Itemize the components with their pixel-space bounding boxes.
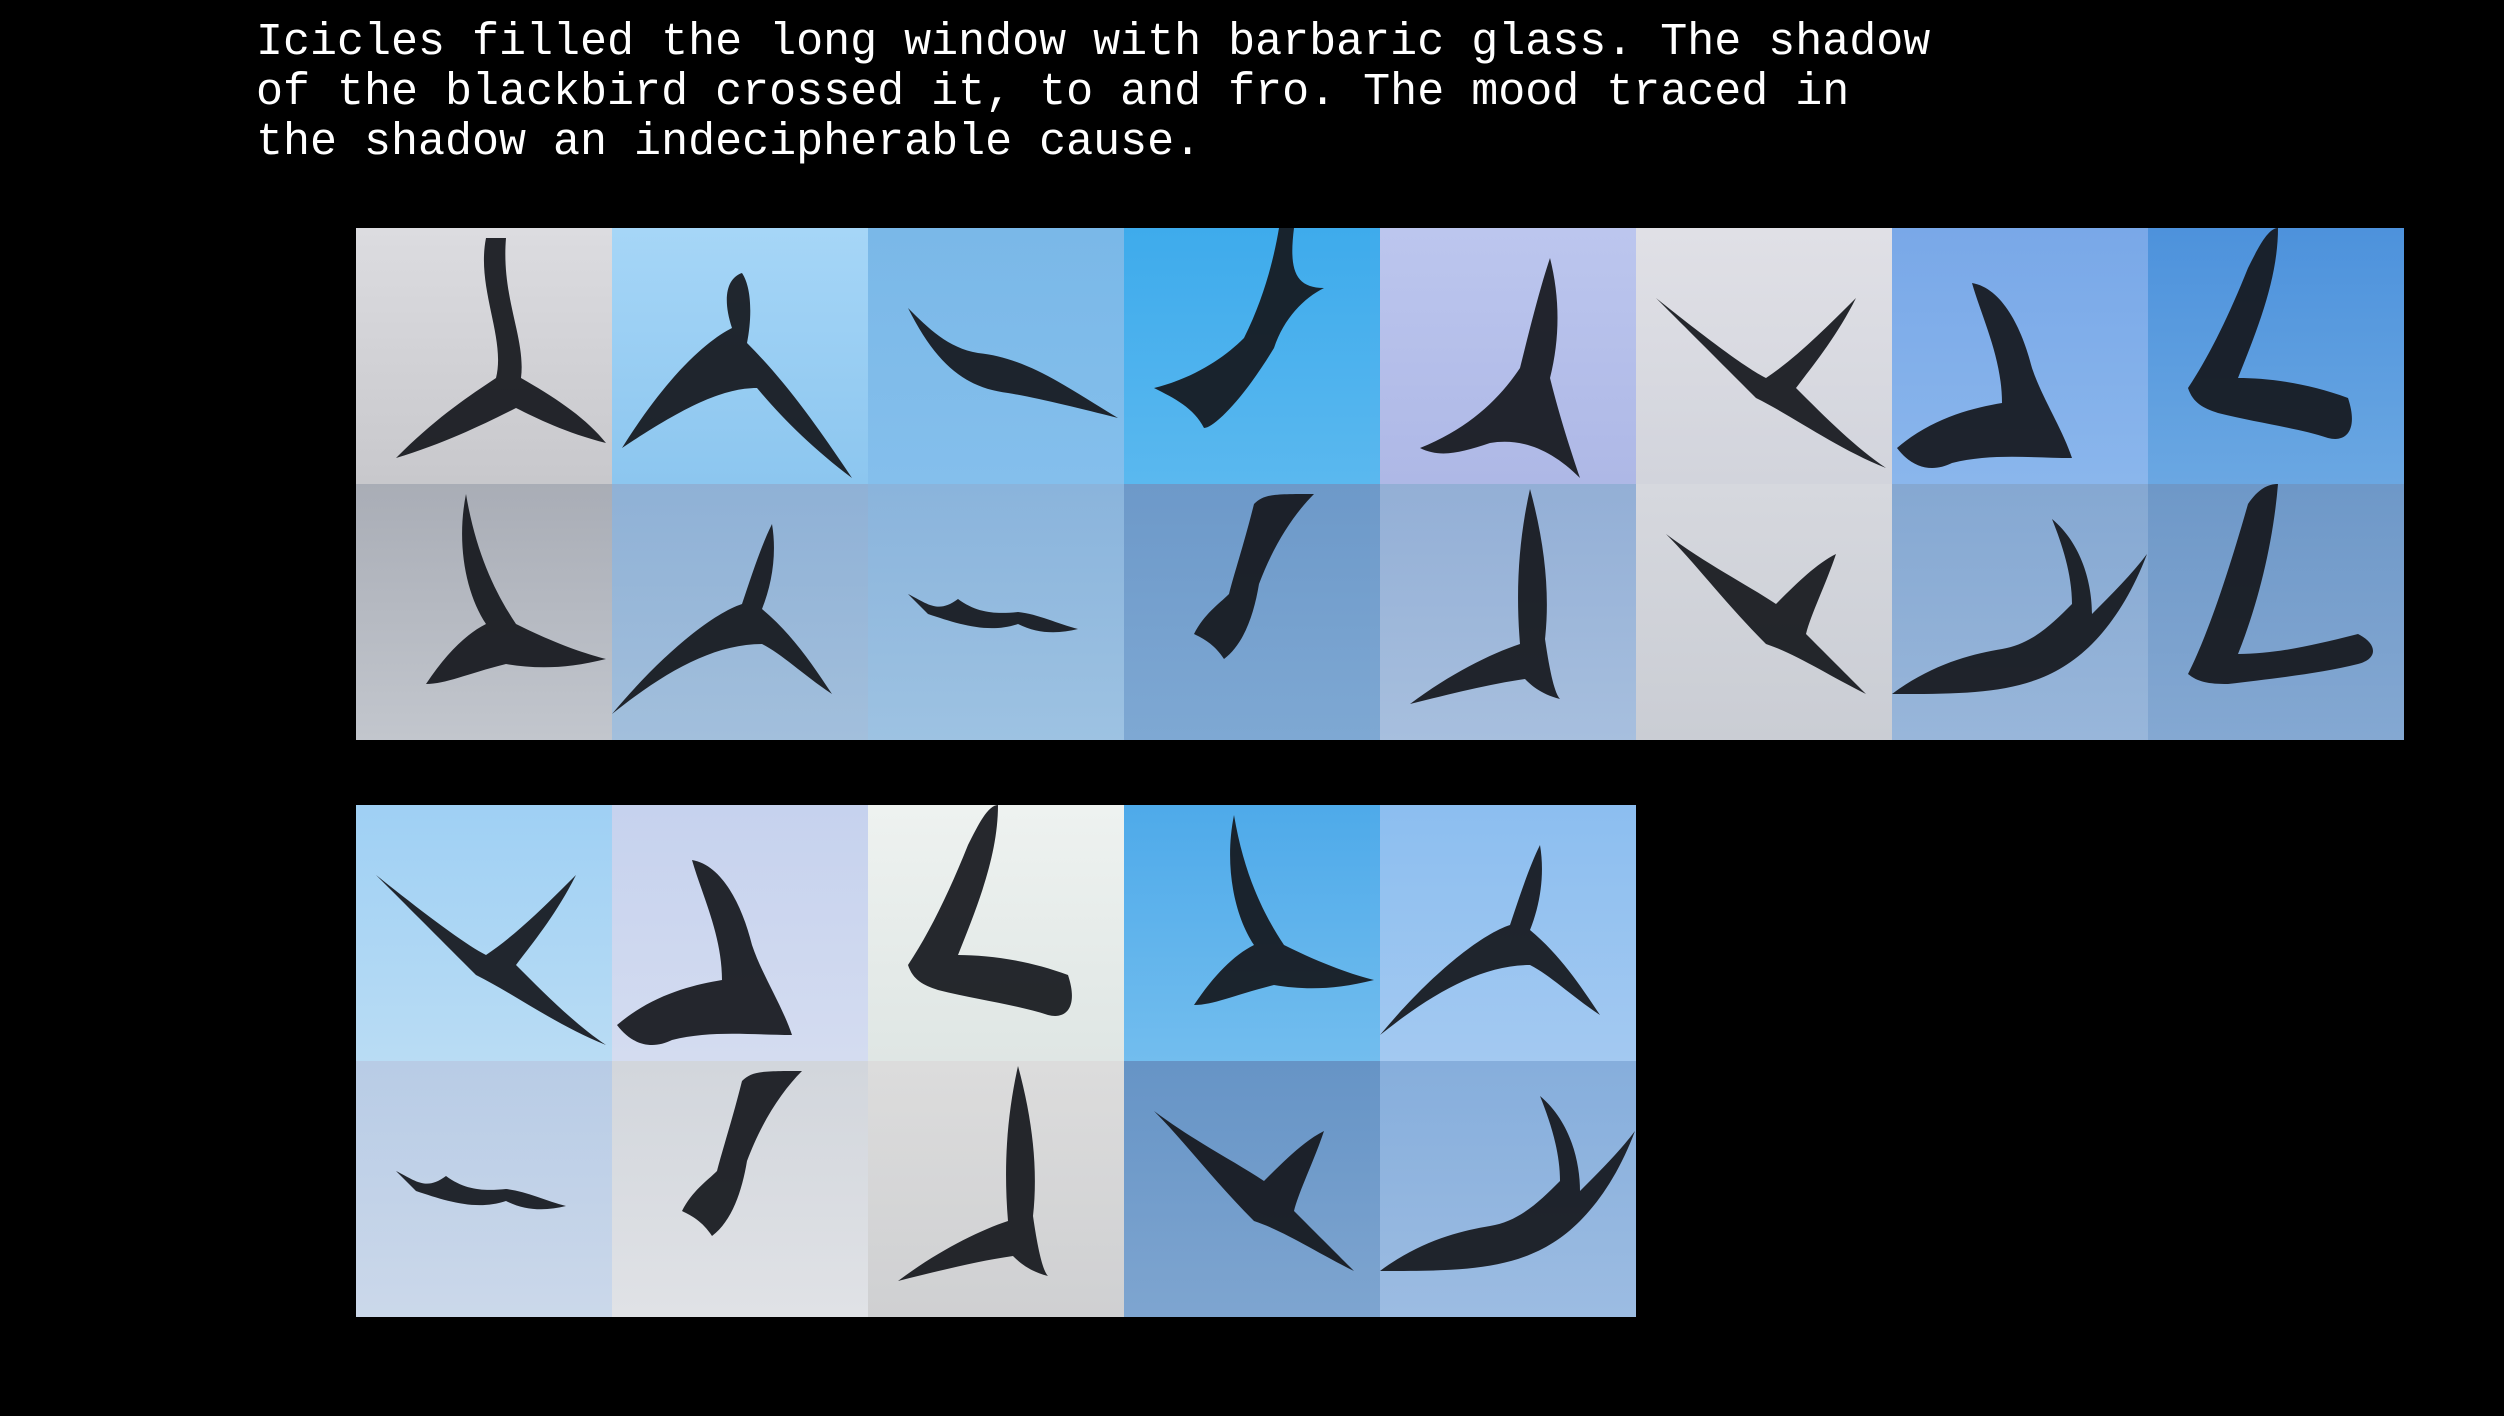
bird-silhouette-icon xyxy=(1124,484,1380,740)
bird-image-grid-top xyxy=(356,228,2404,740)
poem-caption: Icicles filled the long window with barb… xyxy=(256,17,1931,168)
bird-image xyxy=(1380,228,1636,484)
sky-background xyxy=(356,228,612,484)
bird-silhouette-icon xyxy=(612,484,868,740)
bird-silhouette-icon xyxy=(1380,1061,1636,1317)
bird-image xyxy=(868,484,1124,740)
bird-image xyxy=(1892,484,2148,740)
bird-image xyxy=(356,1061,612,1317)
sky-background xyxy=(2148,228,2404,484)
bird-silhouette-icon xyxy=(356,228,612,484)
bird-image xyxy=(1124,228,1380,484)
bird-silhouette-icon xyxy=(1380,805,1636,1061)
bird-image xyxy=(1124,805,1380,1061)
sky-background xyxy=(868,805,1124,1061)
bird-silhouette-icon xyxy=(1124,1061,1380,1317)
bird-silhouette-icon xyxy=(1380,228,1636,484)
bird-image xyxy=(1380,484,1636,740)
bird-silhouette-icon xyxy=(1124,228,1380,484)
bird-image xyxy=(1124,1061,1380,1317)
sky-background xyxy=(356,1061,612,1317)
bird-image xyxy=(1636,228,1892,484)
bird-image xyxy=(1380,805,1636,1061)
bird-silhouette-icon xyxy=(612,1061,868,1317)
bird-image xyxy=(868,1061,1124,1317)
bird-silhouette-icon xyxy=(1892,484,2148,740)
bird-silhouette-icon xyxy=(868,484,1124,740)
bird-image xyxy=(612,805,868,1061)
bird-silhouette-icon xyxy=(612,805,868,1061)
bird-image xyxy=(1380,1061,1636,1317)
bird-image xyxy=(868,228,1124,484)
bird-silhouette-icon xyxy=(1124,805,1380,1061)
bird-silhouette-icon xyxy=(2148,228,2404,484)
bird-silhouette-icon xyxy=(868,1061,1124,1317)
bird-image xyxy=(868,805,1124,1061)
bird-image xyxy=(612,228,868,484)
bird-silhouette-icon xyxy=(1892,228,2148,484)
bird-silhouette-icon xyxy=(356,1061,612,1317)
sky-background xyxy=(868,484,1124,740)
bird-image xyxy=(2148,484,2404,740)
bird-image xyxy=(1892,228,2148,484)
bird-silhouette-icon xyxy=(868,805,1124,1061)
page-canvas: Icicles filled the long window with barb… xyxy=(0,0,2504,1416)
bird-image xyxy=(356,484,612,740)
bird-image xyxy=(2148,228,2404,484)
sky-background xyxy=(2148,484,2404,740)
bird-silhouette-icon xyxy=(868,228,1124,484)
bird-silhouette-icon xyxy=(356,484,612,740)
sky-background xyxy=(1380,228,1636,484)
bird-silhouette-icon xyxy=(1636,228,1892,484)
bird-image xyxy=(612,1061,868,1317)
bird-silhouette-icon xyxy=(1380,484,1636,740)
bird-image-grid-bottom xyxy=(356,805,1636,1317)
bird-image xyxy=(356,228,612,484)
bird-silhouette-icon xyxy=(2148,484,2404,740)
bird-image xyxy=(1636,484,1892,740)
bird-silhouette-icon xyxy=(612,228,868,484)
bird-image xyxy=(356,805,612,1061)
bird-silhouette-icon xyxy=(1636,484,1892,740)
bird-image xyxy=(1124,484,1380,740)
bird-image xyxy=(612,484,868,740)
bird-silhouette-icon xyxy=(356,805,612,1061)
